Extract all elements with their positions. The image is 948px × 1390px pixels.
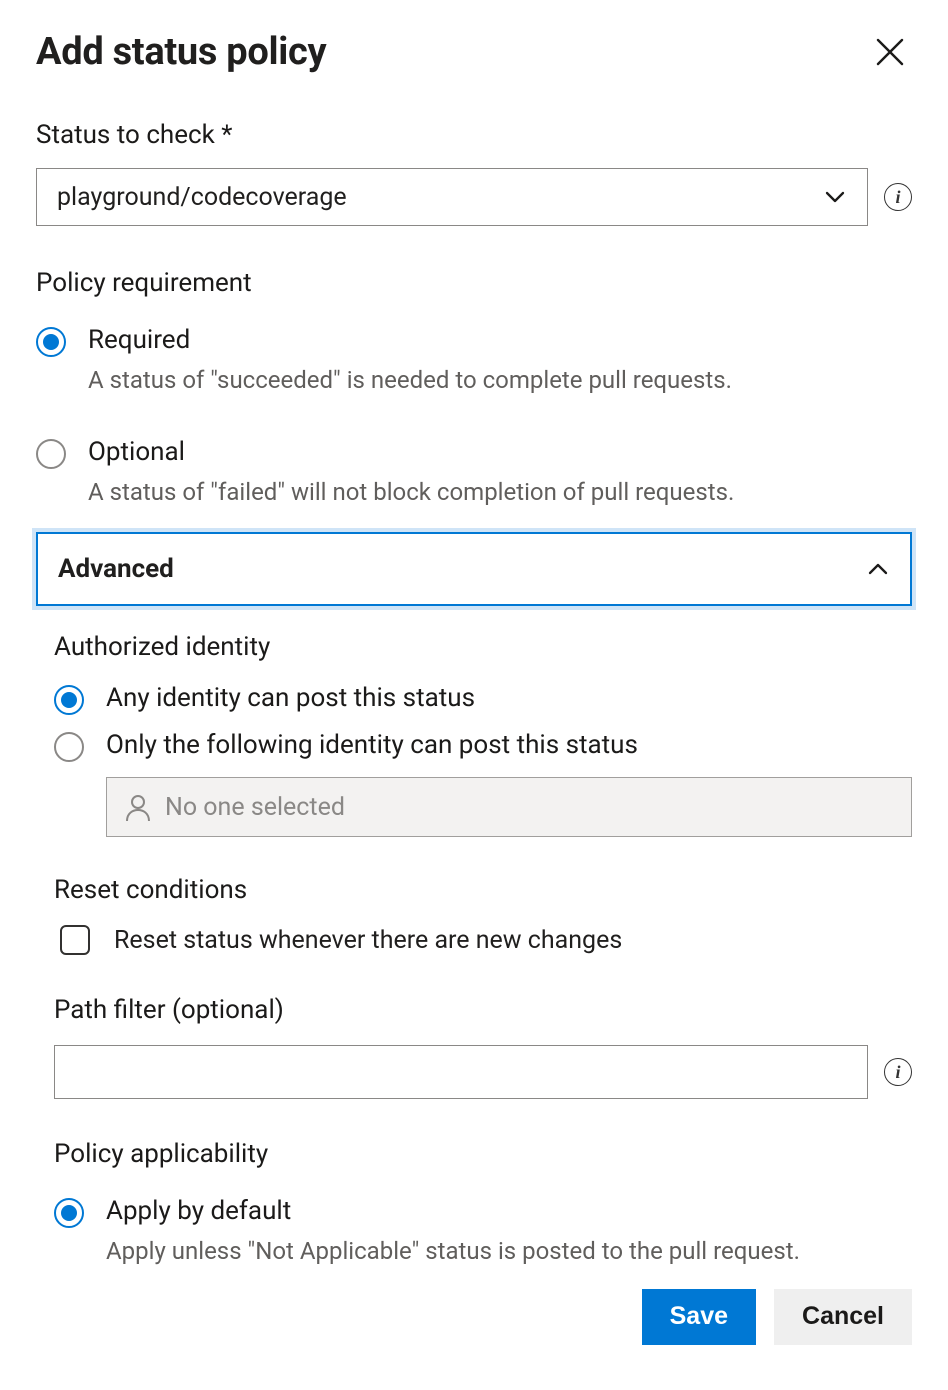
path-filter-info-icon[interactable]: i — [884, 1058, 912, 1086]
radio-indicator — [54, 1198, 84, 1228]
radio-required-desc: A status of "succeeded" is needed to com… — [88, 362, 912, 398]
status-to-check-label: Status to check * — [36, 120, 912, 150]
radio-indicator — [54, 732, 84, 762]
chevron-up-icon — [866, 557, 890, 581]
path-filter-label: Path filter (optional) — [54, 995, 912, 1025]
radio-any-identity-title: Any identity can post this status — [106, 682, 912, 716]
advanced-title: Advanced — [58, 554, 174, 584]
cancel-button[interactable]: Cancel — [774, 1289, 912, 1345]
person-icon — [123, 792, 153, 822]
close-icon — [875, 37, 905, 67]
radio-required-title: Required — [88, 324, 912, 358]
radio-only-identity[interactable]: Only the following identity can post thi… — [54, 729, 912, 763]
dialog-title: Add status policy — [36, 30, 326, 74]
radio-apply-default-title: Apply by default — [106, 1195, 912, 1229]
radio-indicator — [54, 685, 84, 715]
status-to-check-value: playground/codecoverage — [57, 183, 347, 212]
radio-optional-desc: A status of "failed" will not block comp… — [88, 474, 912, 510]
close-button[interactable] — [868, 30, 912, 74]
status-to-check-select[interactable]: playground/codecoverage — [36, 168, 868, 226]
advanced-accordion[interactable]: Advanced — [36, 532, 912, 606]
chevron-down-icon — [823, 185, 847, 209]
radio-optional[interactable]: Optional A status of "failed" will not b… — [36, 436, 912, 510]
policy-applicability-label: Policy applicability — [54, 1139, 912, 1169]
reset-checkbox[interactable]: Reset status whenever there are new chan… — [54, 925, 912, 955]
policy-requirement-label: Policy requirement — [36, 268, 912, 298]
radio-apply-default[interactable]: Apply by default Apply unless "Not Appli… — [54, 1195, 912, 1269]
status-info-icon[interactable]: i — [884, 183, 912, 211]
radio-apply-default-desc: Apply unless "Not Applicable" status is … — [106, 1233, 912, 1269]
reset-conditions-label: Reset conditions — [54, 875, 912, 905]
checkbox-indicator — [60, 925, 90, 955]
path-filter-input[interactable] — [54, 1045, 868, 1099]
radio-required[interactable]: Required A status of "succeeded" is need… — [36, 324, 912, 398]
reset-checkbox-label: Reset status whenever there are new chan… — [114, 926, 622, 955]
radio-any-identity[interactable]: Any identity can post this status — [54, 682, 912, 716]
radio-only-identity-title: Only the following identity can post thi… — [106, 729, 912, 763]
identity-picker[interactable]: No one selected — [106, 777, 912, 837]
radio-optional-title: Optional — [88, 436, 912, 470]
radio-indicator — [36, 439, 66, 469]
identity-placeholder: No one selected — [165, 793, 345, 822]
authorized-identity-label: Authorized identity — [54, 632, 912, 662]
radio-indicator — [36, 327, 66, 357]
save-button[interactable]: Save — [642, 1289, 756, 1345]
